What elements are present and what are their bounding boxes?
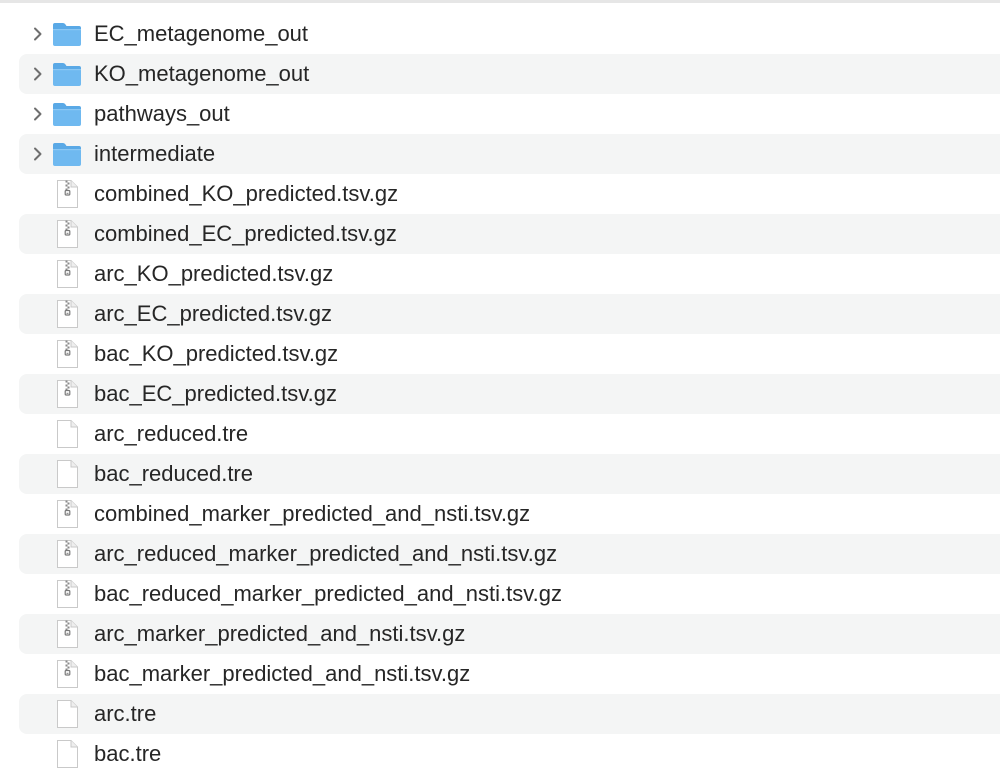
chevron-right-icon[interactable] — [29, 145, 47, 163]
window-top-border — [0, 0, 1000, 3]
item-name: bac_EC_predicted.tsv.gz — [94, 381, 337, 406]
folder-row[interactable]: pathways_out — [0, 94, 1000, 134]
file-row[interactable]: bac_EC_predicted.tsv.gz — [0, 374, 1000, 414]
document-icon — [51, 419, 83, 449]
file-row[interactable]: arc_KO_predicted.tsv.gz — [0, 254, 1000, 294]
item-name: intermediate — [94, 141, 216, 166]
file-row[interactable]: combined_marker_predicted_and_nsti.tsv.g… — [0, 494, 1000, 534]
document-icon — [51, 699, 83, 729]
archive-file-icon — [51, 179, 83, 209]
folder-row[interactable]: KO_metagenome_out — [0, 54, 1000, 94]
item-name: arc.tre — [94, 701, 157, 726]
chevron-right-icon[interactable] — [29, 25, 47, 43]
item-name: bac_KO_predicted.tsv.gz — [94, 341, 339, 366]
folder-row[interactable]: EC_metagenome_out — [0, 14, 1000, 54]
file-row[interactable]: bac_reduced_marker_predicted_and_nsti.ts… — [0, 574, 1000, 614]
item-name: combined_marker_predicted_and_nsti.tsv.g… — [94, 501, 531, 526]
archive-file-icon — [51, 259, 83, 289]
file-row[interactable]: combined_EC_predicted.tsv.gz — [0, 214, 1000, 254]
file-row[interactable]: arc_marker_predicted_and_nsti.tsv.gz — [0, 614, 1000, 654]
file-row[interactable]: arc_EC_predicted.tsv.gz — [0, 294, 1000, 334]
item-name: bac_marker_predicted_and_nsti.tsv.gz — [94, 661, 471, 686]
item-name: KO_metagenome_out — [94, 61, 310, 86]
archive-file-icon — [51, 499, 83, 529]
item-name: bac_reduced_marker_predicted_and_nsti.ts… — [94, 581, 562, 606]
item-name: EC_metagenome_out — [94, 21, 309, 46]
item-name: combined_EC_predicted.tsv.gz — [94, 221, 397, 246]
archive-file-icon — [51, 579, 83, 609]
chevron-right-icon[interactable] — [29, 65, 47, 83]
folder-icon — [51, 19, 83, 49]
archive-file-icon — [51, 619, 83, 649]
item-name: arc_EC_predicted.tsv.gz — [94, 301, 333, 326]
item-name: arc_reduced.tre — [94, 421, 249, 446]
file-row[interactable]: bac_reduced.tre — [0, 454, 1000, 494]
item-name: combined_KO_predicted.tsv.gz — [94, 181, 399, 206]
document-icon — [51, 739, 83, 769]
folder-icon — [51, 139, 83, 169]
chevron-right-icon[interactable] — [29, 105, 47, 123]
folder-row[interactable]: intermediate — [0, 134, 1000, 174]
item-name: arc_KO_predicted.tsv.gz — [94, 261, 334, 286]
file-row[interactable]: arc_reduced.tre — [0, 414, 1000, 454]
archive-file-icon — [51, 219, 83, 249]
folder-icon — [51, 59, 83, 89]
file-row[interactable]: bac.tre — [0, 734, 1000, 774]
file-row[interactable]: combined_KO_predicted.tsv.gz — [0, 174, 1000, 214]
file-row[interactable]: arc.tre — [0, 694, 1000, 734]
item-name: pathways_out — [94, 101, 230, 126]
item-name: arc_reduced_marker_predicted_and_nsti.ts… — [94, 541, 558, 566]
document-icon — [51, 459, 83, 489]
archive-file-icon — [51, 379, 83, 409]
item-name: arc_marker_predicted_and_nsti.tsv.gz — [94, 621, 466, 646]
file-row[interactable]: arc_reduced_marker_predicted_and_nsti.ts… — [0, 534, 1000, 574]
file-list: EC_metagenome_out KO_metagenome_outpathwa… — [0, 14, 1000, 774]
archive-file-icon — [51, 659, 83, 689]
archive-file-icon — [51, 299, 83, 329]
archive-file-icon — [51, 339, 83, 369]
file-row[interactable]: bac_marker_predicted_and_nsti.tsv.gz — [0, 654, 1000, 694]
item-name: bac_reduced.tre — [94, 461, 253, 486]
archive-file-icon — [51, 539, 83, 569]
file-row[interactable]: bac_KO_predicted.tsv.gz — [0, 334, 1000, 374]
item-name: bac.tre — [94, 741, 162, 766]
folder-icon — [51, 99, 83, 129]
